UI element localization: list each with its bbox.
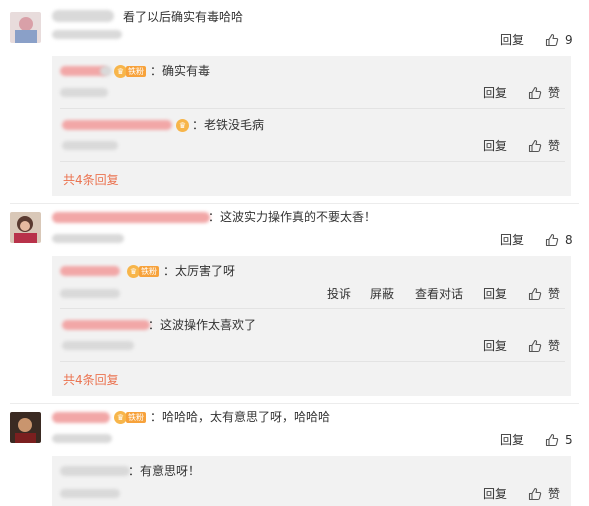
like-count: 9	[565, 33, 573, 47]
avatar[interactable]	[10, 212, 41, 243]
like-label: 赞	[548, 139, 561, 153]
like-button[interactable]: 赞	[528, 85, 560, 101]
fan-badge: ♛ 铁粉	[114, 65, 146, 78]
reply-text: ：确实有毒	[150, 64, 211, 78]
username-blurred[interactable]	[52, 10, 114, 22]
like-count: 5	[565, 433, 573, 447]
divider	[60, 361, 565, 362]
timestamp-blurred	[52, 434, 112, 443]
thumbs-up-icon	[545, 233, 559, 247]
comment-divider	[10, 403, 579, 404]
username-tail-blurred	[100, 66, 112, 76]
reply-button[interactable]: 回复	[483, 286, 507, 302]
fan-badge: ♛ 铁粉	[114, 411, 146, 424]
reply-text: ：老铁没毛病	[192, 118, 265, 132]
like-count: 8	[565, 233, 573, 247]
thumbs-up-icon	[545, 433, 559, 447]
reply-button[interactable]: 回复	[483, 338, 507, 354]
reply-button[interactable]: 回复	[500, 232, 524, 248]
like-button[interactable]: 8	[545, 232, 573, 248]
comment-text: ：这波实力操作真的不要太香！	[208, 210, 377, 224]
like-button[interactable]: 5	[545, 432, 573, 448]
username-blurred[interactable]	[52, 412, 110, 423]
like-button[interactable]: 赞	[528, 486, 560, 502]
reply-button[interactable]: 回复	[483, 486, 507, 502]
divider	[60, 108, 565, 109]
like-label: 赞	[548, 86, 561, 100]
timestamp-blurred	[60, 489, 120, 498]
timestamp-blurred	[52, 234, 124, 243]
reply-username-blurred[interactable]	[60, 266, 120, 276]
like-label: 赞	[548, 339, 561, 353]
fan-badge: ♛ 铁粉	[127, 265, 159, 278]
reply-button[interactable]: 回复	[500, 32, 524, 48]
thumbs-up-icon	[528, 86, 542, 100]
reply-button[interactable]: 回复	[483, 85, 507, 101]
reply-username-blurred[interactable]	[60, 466, 130, 476]
block-button[interactable]: 屏蔽	[370, 286, 394, 302]
like-button[interactable]: 赞	[528, 338, 560, 354]
more-replies-link[interactable]: 共4条回复	[63, 172, 119, 188]
reply-text: ：这波操作太喜欢了	[148, 318, 257, 332]
thumbs-up-icon	[528, 339, 542, 353]
timestamp-blurred	[62, 341, 134, 350]
timestamp-blurred	[60, 88, 108, 97]
reply-button[interactable]: 回复	[483, 138, 507, 154]
reply-username-blurred[interactable]	[62, 320, 150, 330]
thumbs-up-icon	[528, 287, 542, 301]
thumbs-up-icon	[545, 33, 559, 47]
like-button[interactable]: 赞	[528, 286, 560, 302]
reply-button[interactable]: 回复	[500, 432, 524, 448]
like-label: 赞	[548, 287, 561, 301]
comment-divider	[10, 203, 579, 204]
like-button[interactable]: 赞	[528, 138, 560, 154]
avatar[interactable]	[10, 412, 41, 443]
timestamp-blurred	[60, 289, 120, 298]
timestamp-blurred	[52, 30, 122, 39]
comment-text: 看了以后确实有毒哈哈	[123, 10, 244, 24]
vip-icon: ♛	[176, 119, 189, 132]
divider	[60, 161, 565, 162]
like-button[interactable]: 9	[545, 32, 573, 48]
avatar[interactable]	[10, 12, 41, 43]
divider	[60, 308, 565, 309]
view-dialog-button[interactable]: 查看对话	[415, 286, 463, 302]
like-label: 赞	[548, 487, 561, 501]
reply-text: ：太厉害了呀	[163, 264, 236, 278]
thumbs-up-icon	[528, 139, 542, 153]
report-button[interactable]: 投诉	[327, 286, 351, 302]
thumbs-up-icon	[528, 487, 542, 501]
comment-text: ：哈哈哈，太有意思了呀，哈哈哈	[150, 410, 331, 424]
timestamp-blurred	[62, 141, 118, 150]
username-blurred[interactable]	[52, 212, 210, 223]
reply-username-blurred[interactable]	[62, 120, 172, 130]
reply-text: ：有意思呀！	[128, 464, 201, 478]
more-replies-link[interactable]: 共4条回复	[63, 372, 119, 388]
